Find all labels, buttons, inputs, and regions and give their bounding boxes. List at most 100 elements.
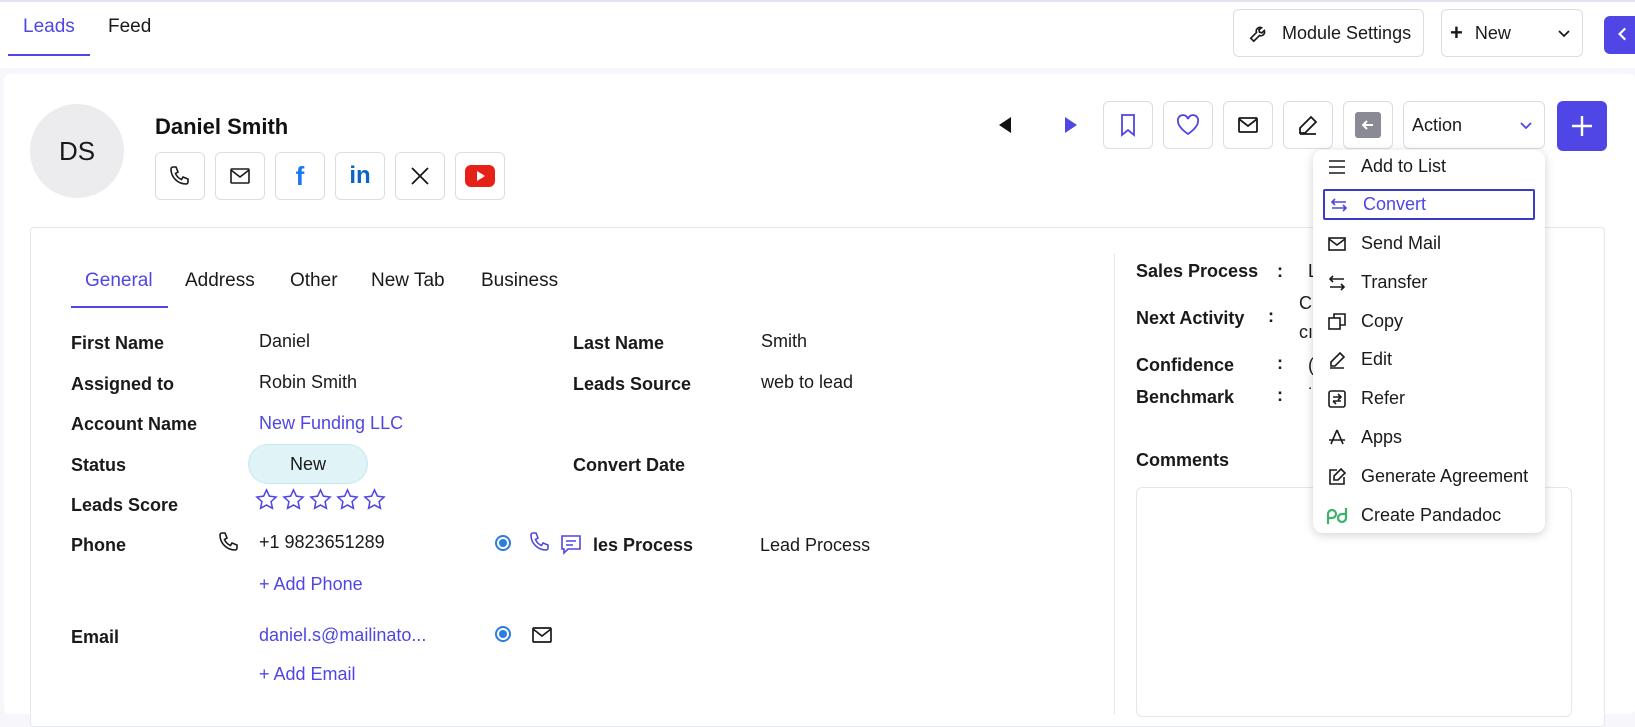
add-phone-link[interactable]: + Add Phone bbox=[259, 574, 363, 595]
account-name-link[interactable]: New Funding LLC bbox=[259, 413, 403, 434]
star-icon[interactable] bbox=[363, 488, 386, 516]
refer-icon bbox=[1325, 387, 1349, 411]
tab-general-underline bbox=[71, 306, 168, 308]
copy-icon bbox=[1325, 310, 1349, 334]
call-button[interactable] bbox=[155, 152, 205, 200]
new-label: New bbox=[1474, 22, 1511, 43]
next-record-icon[interactable] bbox=[1063, 116, 1079, 139]
assigned-to-value: Robin Smith bbox=[259, 372, 358, 392]
menu-item-transfer[interactable]: Transfer bbox=[1323, 267, 1535, 298]
x-button[interactable] bbox=[395, 152, 445, 200]
add-button[interactable] bbox=[1557, 101, 1607, 151]
leads-source-value: web to lead bbox=[761, 372, 854, 392]
facebook-button[interactable]: f bbox=[275, 152, 325, 200]
right-sales-process-label: Sales Process bbox=[1136, 261, 1259, 281]
tab-new-tab[interactable]: New Tab bbox=[371, 270, 445, 292]
menu-item-copy[interactable]: Copy bbox=[1323, 306, 1535, 337]
mail-icon bbox=[1236, 113, 1260, 137]
menu-item-generate-agreement[interactable]: Generate Agreement bbox=[1323, 461, 1535, 492]
mail-icon bbox=[228, 164, 252, 188]
sms-icon[interactable] bbox=[559, 532, 583, 556]
call-phone-icon[interactable] bbox=[528, 530, 552, 554]
phone-icon bbox=[217, 530, 241, 554]
menu-item-label: Add to List bbox=[1361, 156, 1447, 176]
tab-general[interactable]: General bbox=[85, 270, 153, 292]
heart-icon bbox=[1176, 114, 1200, 136]
menu-item-create-pandadoc[interactable]: Create Pandadoc bbox=[1323, 500, 1535, 531]
menu-item-label: Apps bbox=[1361, 427, 1403, 447]
sales-process-value: Lead Process bbox=[760, 535, 871, 555]
mail-icon[interactable] bbox=[530, 623, 554, 647]
account-name-label: Account Name bbox=[71, 414, 198, 434]
menu-item-label: Edit bbox=[1361, 349, 1393, 369]
edit-button[interactable] bbox=[1283, 101, 1333, 149]
x-icon bbox=[408, 164, 432, 188]
first-name-label: First Name bbox=[71, 333, 165, 353]
star-icon[interactable] bbox=[309, 488, 332, 516]
linkedin-button[interactable]: in bbox=[335, 152, 385, 200]
facebook-icon: f bbox=[295, 160, 305, 191]
pencil-icon bbox=[1296, 113, 1320, 137]
leads-score-rating[interactable] bbox=[255, 488, 386, 516]
benchmark-label: Benchmark bbox=[1136, 387, 1235, 407]
status-badge[interactable]: New bbox=[248, 444, 368, 484]
star-icon[interactable] bbox=[282, 488, 305, 516]
star-icon[interactable] bbox=[255, 488, 278, 516]
email-link[interactable]: daniel.s@mailinato... bbox=[259, 625, 426, 646]
youtube-button[interactable] bbox=[455, 152, 505, 200]
wrench-icon bbox=[1248, 22, 1270, 44]
menu-item-label: Transfer bbox=[1361, 272, 1428, 292]
transfer-icon bbox=[1325, 271, 1349, 295]
menu-item-apps[interactable]: Apps bbox=[1323, 422, 1535, 453]
leads-source-label: Leads Source bbox=[573, 374, 692, 394]
sales-process-label-partial: les Process bbox=[593, 535, 694, 555]
back-button[interactable] bbox=[1343, 101, 1393, 149]
favorite-button[interactable] bbox=[1163, 101, 1213, 149]
colon: : bbox=[1277, 385, 1283, 405]
top-bar: Leads Feed Module Settings + New bbox=[0, 0, 1635, 68]
bookmark-button[interactable] bbox=[1103, 101, 1153, 149]
add-email-link[interactable]: + Add Email bbox=[259, 664, 356, 685]
leads-score-label: Leads Score bbox=[71, 495, 179, 515]
pandadoc-icon bbox=[1325, 504, 1349, 528]
panel-divider bbox=[1114, 254, 1115, 714]
assigned-to-label: Assigned to bbox=[71, 374, 175, 394]
primary-phone-radio[interactable] bbox=[495, 535, 511, 551]
tab-leads-underline bbox=[8, 54, 90, 56]
module-settings-button[interactable]: Module Settings bbox=[1233, 9, 1424, 57]
star-icon[interactable] bbox=[336, 488, 359, 516]
menu-item-add-to-list[interactable]: Add to List bbox=[1323, 151, 1535, 182]
tab-leads[interactable]: Leads bbox=[23, 16, 75, 38]
next-activity-value-line2: cı bbox=[1299, 322, 1314, 342]
menu-item-label: Create Pandadoc bbox=[1361, 505, 1502, 525]
edit-icon bbox=[1325, 348, 1349, 372]
previous-record-icon[interactable] bbox=[997, 116, 1013, 139]
new-button[interactable]: + New bbox=[1441, 9, 1583, 57]
convert-date-label: Convert Date bbox=[573, 455, 686, 475]
menu-item-edit[interactable]: Edit bbox=[1323, 344, 1535, 375]
convert-icon bbox=[1327, 193, 1351, 217]
menu-item-convert[interactable]: Convert bbox=[1323, 189, 1535, 220]
status-label: Status bbox=[71, 455, 127, 475]
tab-feed[interactable]: Feed bbox=[108, 16, 151, 38]
phone-value: +1 9823651289 bbox=[259, 532, 385, 552]
comments-label: Comments bbox=[1136, 450, 1230, 470]
tab-address[interactable]: Address bbox=[185, 270, 255, 292]
email-button[interactable] bbox=[215, 152, 265, 200]
confidence-label: Confidence bbox=[1136, 355, 1235, 375]
next-activity-value-line1: C bbox=[1299, 293, 1312, 313]
menu-item-refer[interactable]: Refer bbox=[1323, 383, 1535, 414]
last-name-value: Smith bbox=[761, 331, 808, 351]
tab-other[interactable]: Other bbox=[290, 270, 338, 292]
tab-business[interactable]: Business bbox=[481, 270, 558, 292]
collapse-panel-button[interactable] bbox=[1604, 16, 1635, 54]
send-mail-button[interactable] bbox=[1223, 101, 1273, 149]
lead-name: Daniel Smith bbox=[155, 114, 289, 139]
agreement-icon bbox=[1325, 465, 1349, 489]
primary-email-radio[interactable] bbox=[495, 626, 511, 642]
apps-icon bbox=[1325, 426, 1349, 450]
bookmark-icon bbox=[1117, 113, 1139, 137]
menu-item-label: Refer bbox=[1361, 388, 1406, 408]
menu-item-send-mail[interactable]: Send Mail bbox=[1323, 228, 1535, 259]
action-select[interactable]: Action bbox=[1403, 101, 1545, 149]
